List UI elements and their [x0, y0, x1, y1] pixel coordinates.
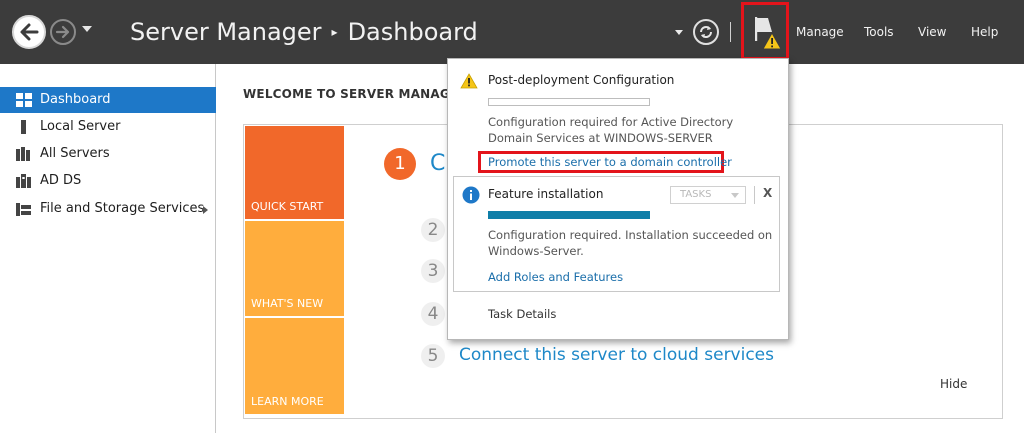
refresh-icon — [700, 26, 712, 38]
promote-dc-link[interactable]: Promote this server to a domain controll… — [488, 155, 732, 169]
page-title: Server Manager ▸ Dashboard — [130, 18, 478, 46]
chevron-down-icon — [731, 193, 739, 198]
expand-chevron-icon[interactable] — [203, 206, 208, 214]
history-dropdown-icon[interactable] — [82, 26, 92, 32]
tile-learn-more[interactable]: LEARN MORE — [245, 318, 344, 414]
forward-button[interactable] — [50, 19, 76, 45]
sidebar-item-local-server[interactable]: Local Server — [0, 114, 216, 140]
tile-whats-new[interactable]: WHAT'S NEW — [245, 221, 344, 316]
connect-cloud-link[interactable]: Connect this server to cloud services — [459, 345, 774, 365]
step-1-link[interactable]: C — [430, 151, 445, 176]
forward-arrow-icon — [55, 25, 70, 39]
servers-dropdown-icon[interactable] — [675, 30, 683, 35]
dashboard-icon — [16, 93, 32, 107]
tasks-dropdown[interactable]: TASKS — [670, 186, 746, 204]
sidebar-item-ad-ds[interactable]: AD DS — [0, 168, 216, 194]
sidebar-item-label: File and Storage Services — [40, 201, 205, 216]
storage-icon — [16, 203, 31, 216]
feature-title: Feature installation — [488, 187, 604, 201]
menu-help[interactable]: Help — [971, 25, 998, 39]
tile-label: LEARN MORE — [251, 395, 324, 408]
tile-quick-start[interactable]: QUICK START — [245, 126, 344, 219]
breadcrumb-separator: ▸ — [331, 25, 338, 39]
post-deploy-message: Configuration required for Active Direct… — [488, 115, 734, 145]
app-title: Server Manager — [130, 18, 322, 46]
servers-icon — [16, 147, 30, 161]
add-roles-link[interactable]: Add Roles and Features — [488, 270, 623, 284]
sidebar-item-dashboard[interactable]: Dashboard — [0, 87, 216, 113]
server-icon — [21, 120, 26, 134]
post-deploy-title: Post-deployment Configuration — [488, 73, 675, 87]
step-1-badge: 1 — [384, 148, 416, 180]
sidebar-item-label: AD DS — [40, 173, 82, 188]
sidebar-item-file-storage[interactable]: File and Storage Services — [0, 196, 216, 222]
step-5-badge: 5 — [421, 344, 445, 368]
tasks-label: TASKS — [680, 189, 712, 200]
menu-tools[interactable]: Tools — [864, 25, 894, 39]
welcome-heading: WELCOME TO SERVER MANAGER — [243, 87, 468, 101]
info-icon — [462, 186, 480, 204]
sidebar-item-label: Local Server — [40, 119, 121, 134]
toolbar-divider — [730, 22, 731, 42]
notifications-popup: Post-deployment Configuration Configurat… — [447, 58, 789, 340]
sidebar-item-label: Dashboard — [40, 92, 111, 107]
sidebar: Dashboard Local Server All Servers AD DS… — [0, 64, 216, 433]
tasks-divider — [754, 186, 755, 204]
sidebar-item-label: All Servers — [40, 146, 110, 161]
tile-label: WHAT'S NEW — [251, 297, 324, 310]
step-2-badge: 2 — [421, 218, 445, 242]
post-deploy-progress — [488, 98, 650, 106]
sidebar-item-all-servers[interactable]: All Servers — [0, 141, 216, 167]
step-4-badge: 4 — [421, 302, 445, 326]
flag-warning-icon — [755, 17, 782, 50]
step-3-badge: 3 — [421, 259, 445, 283]
back-arrow-icon — [20, 23, 39, 41]
ad-ds-icon — [16, 174, 31, 188]
task-details-link[interactable]: Task Details — [488, 307, 556, 321]
tile-label: QUICK START — [251, 200, 324, 213]
refresh-button[interactable] — [693, 19, 719, 45]
feature-message: Configuration required. Installation suc… — [488, 228, 773, 258]
breadcrumb-page: Dashboard — [347, 18, 478, 46]
menu-manage[interactable]: Manage — [796, 25, 844, 39]
feature-installation-card: Feature installation TASKS X Configurati… — [453, 176, 780, 292]
warning-icon — [460, 73, 478, 89]
menu-view[interactable]: View — [918, 25, 946, 39]
feature-progress — [488, 211, 650, 219]
close-button[interactable]: X — [763, 186, 772, 200]
notifications-button[interactable] — [741, 2, 789, 60]
hide-link[interactable]: Hide — [940, 377, 967, 391]
title-bar: Server Manager ▸ Dashboard Manage Tools Vi… — [0, 0, 1024, 64]
back-button[interactable] — [12, 15, 46, 49]
